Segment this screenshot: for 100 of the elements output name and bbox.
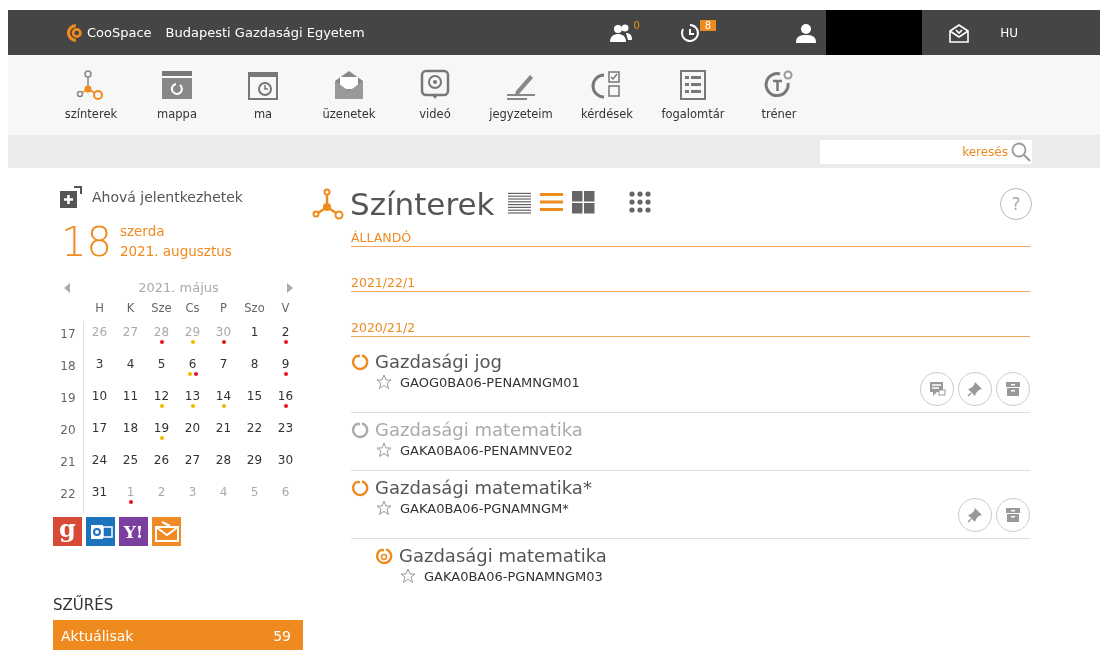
calendar-day[interactable]: 11 (122, 389, 139, 403)
weekday-label: V (281, 301, 290, 315)
calendar-day[interactable]: 5 (157, 357, 166, 371)
weekday-label: Szo (244, 301, 265, 315)
calendar-day[interactable]: 29 (246, 453, 263, 467)
calendar-day[interactable]: 1 (250, 325, 259, 339)
course-code: GAKA0BA06-PGNAMNGM03 (424, 568, 603, 584)
calendar-day[interactable]: 13 (184, 389, 201, 403)
calendar-day[interactable]: 14 (215, 389, 232, 403)
next-month-icon[interactable] (287, 282, 293, 293)
toolbar-button[interactable]: mappa (134, 69, 220, 121)
term-heading: 2020/21/2 (351, 320, 1030, 337)
term-heading: 2021/22/1 (351, 275, 1030, 292)
calendar-month: 2021. május (138, 280, 219, 295)
calendar-day[interactable]: 18 (122, 421, 139, 435)
previous-month-icon[interactable] (64, 282, 70, 293)
filter-heading: SZŰRÉS (53, 596, 115, 614)
toolbar-button[interactable]: ma (220, 69, 306, 121)
calendar-export-button[interactable] (86, 517, 115, 546)
calendar-day[interactable]: 6 (188, 357, 197, 371)
people-button[interactable]: 0 (609, 22, 640, 43)
archive-box-icon (1004, 380, 1022, 398)
calendar-day[interactable]: 17 (91, 421, 108, 435)
history-badge: 8 (699, 20, 717, 31)
people-icon (609, 22, 634, 43)
chat-icon (928, 380, 946, 398)
calendar-day[interactable]: 24 (91, 453, 108, 467)
enroll-link[interactable]: Ahová jelentkezhetek (92, 189, 243, 205)
week-number: 19 (60, 391, 76, 405)
calendar-day[interactable]: 12 (153, 389, 170, 403)
course-code: GAKA0BA06-PGNAMNGM* (400, 500, 569, 516)
mail-icon[interactable] (948, 22, 971, 43)
calendar-day[interactable]: 7 (219, 357, 228, 371)
term-heading: ÁLLANDÓ (351, 230, 1030, 247)
calendar-day[interactable]: 27 (184, 453, 201, 467)
webcam-icon (418, 69, 452, 101)
calendar-day[interactable]: 23 (277, 421, 294, 435)
calendar-day[interactable]: 26 (153, 453, 170, 467)
calendar-day[interactable]: 31 (91, 485, 108, 499)
course-code: GAOG0BA06-PENAMNGM01 (400, 374, 580, 390)
toolbar-button[interactable]: fogalomtár (650, 69, 736, 121)
people-count: 0 (633, 20, 640, 31)
calendar-day[interactable]: 22 (246, 421, 263, 435)
calendar-day[interactable]: 16 (277, 389, 294, 403)
calendar-day[interactable]: 28 (215, 453, 232, 467)
toolbar-button[interactable]: tréner (736, 69, 822, 121)
calendar-day[interactable]: 4 (126, 357, 135, 371)
course-title[interactable]: Gazdasági jog (375, 351, 502, 372)
today-weekday: szerda (119, 222, 166, 242)
calendar-day[interactable]: 10 (91, 389, 108, 403)
weekday-label: Sze (151, 301, 172, 315)
weekday-label: H (95, 301, 104, 315)
week-number: 20 (60, 423, 76, 437)
calendar-day[interactable]: 3 (95, 357, 104, 371)
star-icon[interactable] (376, 500, 392, 516)
today-day: 18 (61, 222, 112, 262)
search-icon[interactable] (1010, 139, 1032, 164)
course-code: GAKA0BA06-PENAMNVE02 (400, 442, 573, 458)
calendar-day[interactable]: 9 (281, 357, 290, 371)
toolbar-button[interactable]: színterek (48, 69, 134, 121)
language-button[interactable]: HU (1000, 25, 1018, 40)
weekday-label: K (126, 301, 135, 315)
star-icon[interactable] (400, 568, 416, 584)
calendar-day[interactable]: 19 (153, 421, 170, 435)
toolbar-button[interactable]: kérdések (564, 69, 650, 121)
week-number: 17 (60, 327, 76, 341)
archive-box-icon (1004, 506, 1022, 524)
envelope-icon (154, 519, 179, 544)
calendar-day[interactable]: 8 (250, 357, 259, 371)
course-title[interactable]: Gazdasági matematika (399, 545, 607, 566)
toolbar-button[interactable]: üzenetek (306, 69, 392, 121)
pin-icon (966, 506, 984, 524)
envelope-icon (332, 69, 366, 101)
folder-icon (160, 69, 194, 101)
user-icon[interactable] (796, 22, 817, 43)
calendar-day[interactable]: 21 (215, 421, 232, 435)
page-title: Színterek (350, 186, 495, 222)
calendar-day[interactable]: 2 (281, 325, 290, 339)
calendar-export-button[interactable]: g (53, 517, 82, 546)
calendar-day[interactable]: 25 (122, 453, 139, 467)
calendar-export-button[interactable]: Y! (119, 517, 148, 546)
calendar-icon (246, 69, 280, 101)
star-icon[interactable] (376, 442, 392, 458)
brand-name[interactable]: CooSpace (87, 25, 152, 40)
today-month: 2021. augusztus (119, 242, 232, 261)
add-icon (60, 186, 82, 208)
calendar-day[interactable]: 20 (184, 421, 201, 435)
star-icon[interactable] (376, 374, 392, 390)
calendar-day[interactable]: 30 (277, 453, 294, 467)
week-number: 18 (60, 359, 76, 373)
institution-name: Budapesti Gazdasági Egyetem (165, 25, 365, 40)
weekday-label: Cs (185, 301, 200, 315)
pin-icon (966, 380, 984, 398)
weekday-label: P (220, 301, 227, 315)
calendar-export-button[interactable] (152, 517, 181, 546)
calendar-day[interactable]: 15 (246, 389, 263, 403)
toolbar-button[interactable]: videó (392, 69, 478, 121)
search-field[interactable]: keresés (820, 139, 1010, 164)
course-title[interactable]: Gazdasági matematika* (375, 477, 592, 498)
toolbar-button[interactable]: jegyzeteim (478, 69, 564, 121)
